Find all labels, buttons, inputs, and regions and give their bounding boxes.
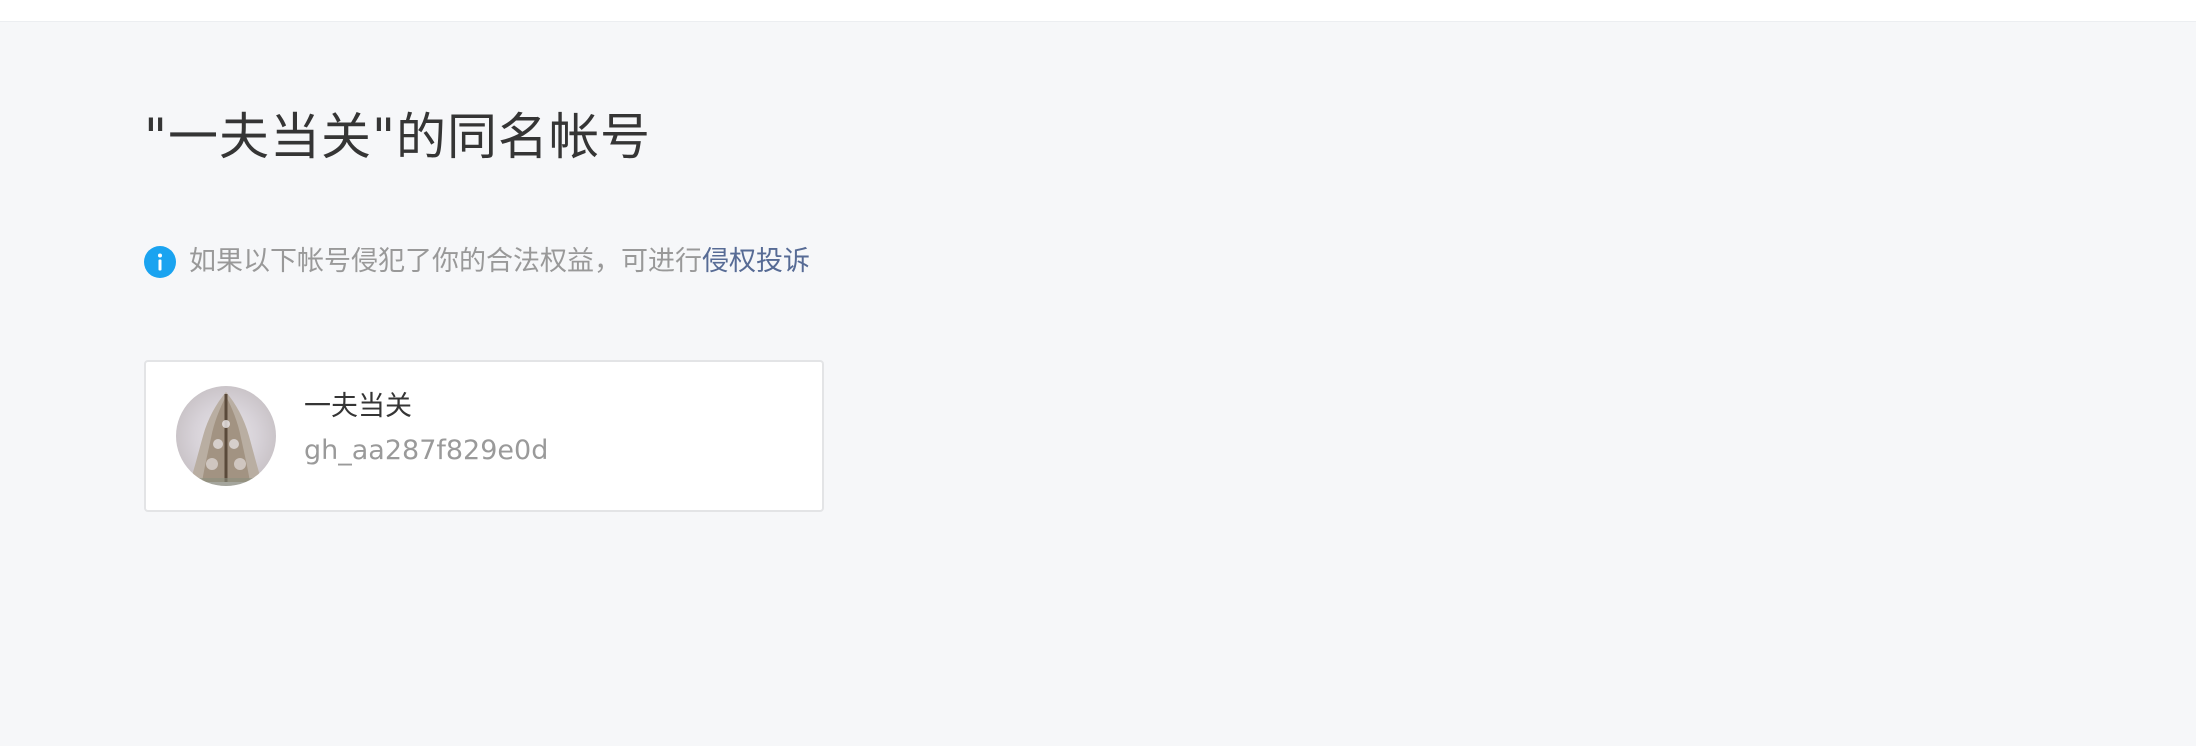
infringement-notice: 如果以下帐号侵犯了你的合法权益，可进行 侵权投诉 <box>144 242 810 282</box>
avatar <box>176 386 276 486</box>
infringement-complaint-link[interactable]: 侵权投诉 <box>702 242 810 282</box>
account-id: gh_aa287f829e0d <box>304 435 549 466</box>
info-icon <box>144 246 176 278</box>
main-content: "一夫当关"的同名帐号 如果以下帐号侵犯了你的合法权益，可进行 侵权投诉 一夫当… <box>0 22 2196 746</box>
avatar-image <box>176 392 276 486</box>
notice-text: 如果以下帐号侵犯了你的合法权益，可进行 <box>189 246 702 277</box>
top-bar <box>0 0 2196 22</box>
info-glyph <box>158 253 162 271</box>
page-title: "一夫当关"的同名帐号 <box>144 108 651 166</box>
account-name: 一夫当关 <box>304 391 412 422</box>
account-card[interactable]: 一夫当关 gh_aa287f829e0d <box>144 360 824 512</box>
